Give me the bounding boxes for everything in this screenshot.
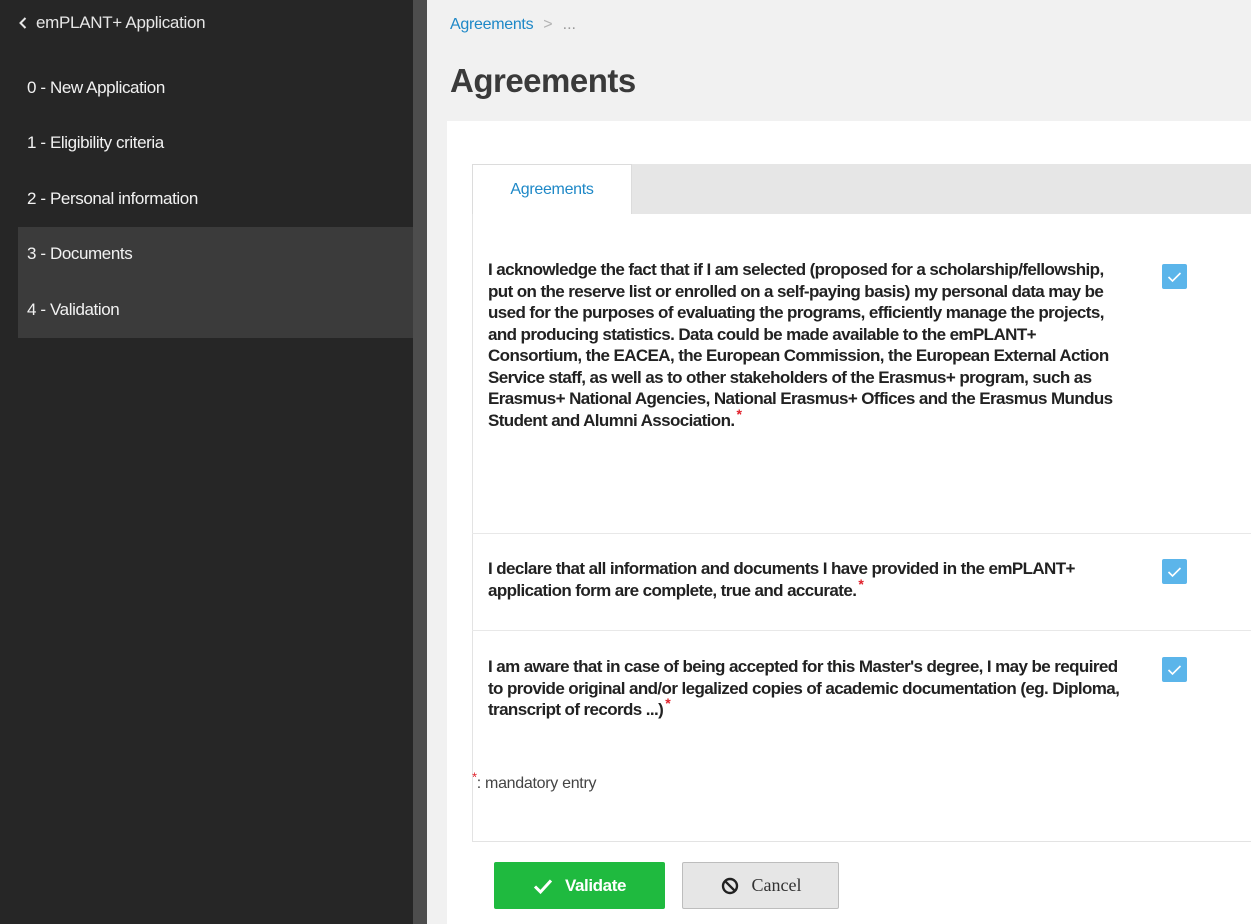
back-link-label: emPLANT+ Application: [36, 13, 206, 32]
agreement-statement: I am aware that in case of being accepte…: [488, 657, 1120, 719]
agreement-item: I am aware that in case of being accepte…: [472, 631, 1251, 751]
agreement-statement: I declare that all information and docum…: [488, 559, 1075, 600]
sidebar-item-label: 0 - New Application: [27, 77, 165, 97]
agreement-item: I declare that all information and docum…: [472, 534, 1251, 631]
check-icon: [533, 878, 553, 894]
agreement-statement: I acknowledge the fact that if I am sele…: [488, 260, 1113, 430]
cancel-button[interactable]: Cancel: [682, 862, 839, 909]
check-icon: [1167, 566, 1182, 577]
agreement-text: I declare that all information and docum…: [488, 558, 1128, 601]
sidebar-item-label: 4 - Validation: [27, 299, 120, 319]
sidebar-item-eligibility-criteria[interactable]: 1 - Eligibility criteria: [18, 116, 413, 172]
sidebar-item-documents[interactable]: 3 - Documents: [18, 226, 413, 282]
agreement-text: I am aware that in case of being accepte…: [488, 656, 1128, 721]
ban-icon: [721, 877, 738, 894]
mandatory-note-text: : mandatory entry: [476, 775, 597, 792]
required-mark: *: [665, 695, 671, 712]
agreement-text: I acknowledge the fact that if I am sele…: [488, 259, 1128, 431]
sidebar-resize-handle[interactable]: [413, 0, 427, 924]
agreement-item: I acknowledge the fact that if I am sele…: [472, 214, 1251, 534]
sidebar-item-validation[interactable]: 4 - Validation: [18, 282, 413, 338]
check-icon: [1167, 664, 1182, 675]
sidebar: emPLANT+ Application 0 - New Application…: [0, 0, 413, 924]
agreement-checkbox[interactable]: [1162, 559, 1187, 584]
back-to-application-link[interactable]: emPLANT+ Application: [18, 12, 206, 34]
agreement-checkbox[interactable]: [1162, 657, 1187, 682]
sidebar-nav: 0 - New Application 1 - Eligibility crit…: [18, 60, 413, 338]
required-mark: *: [736, 405, 742, 422]
validate-button-label: Validate: [564, 875, 627, 895]
sidebar-item-label: 2 - Personal information: [27, 188, 198, 208]
tab-label: Agreements: [510, 181, 594, 198]
breadcrumb-agreements-link[interactable]: Agreements: [450, 16, 534, 34]
sidebar-item-personal-information[interactable]: 2 - Personal information: [18, 171, 413, 227]
breadcrumb: Agreements > ...: [450, 14, 576, 36]
required-mark: *: [858, 575, 864, 592]
sidebar-item-new-application[interactable]: 0 - New Application: [18, 60, 413, 116]
sidebar-item-label: 1 - Eligibility criteria: [27, 133, 164, 153]
check-icon: [1167, 271, 1182, 282]
agreement-checkbox[interactable]: [1162, 264, 1187, 289]
tab-agreements[interactable]: Agreements: [472, 164, 632, 215]
validate-button[interactable]: Validate: [494, 862, 665, 909]
chevron-left-icon: [19, 17, 27, 29]
page-title: Agreements: [450, 62, 636, 99]
mandatory-note: *: mandatory entry: [472, 771, 597, 793]
breadcrumb-ellipsis: ...: [562, 16, 576, 33]
cancel-button-label: Cancel: [751, 875, 802, 895]
breadcrumb-separator: >: [543, 16, 553, 33]
sidebar-item-label: 3 - Documents: [27, 244, 133, 264]
